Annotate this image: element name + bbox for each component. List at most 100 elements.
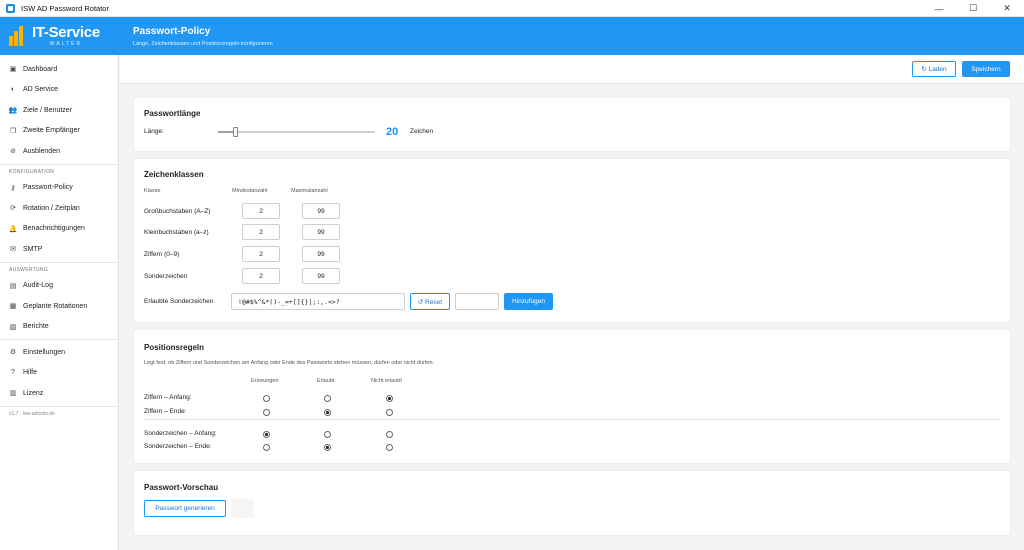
class-row-label: Sonderzeichen: [144, 273, 188, 280]
divider: [0, 163, 118, 165]
col-header-class: Klasse: [144, 188, 161, 194]
max-count-input[interactable]: 99: [302, 246, 340, 262]
min-count-input[interactable]: 2: [242, 246, 280, 262]
radio-forced[interactable]: [263, 395, 270, 402]
sidebar-item-berichte[interactable]: ▧ Berichte: [0, 317, 118, 338]
allowed-chars-input[interactable]: !@#$%^&*()-_=+[]{}|;:,.<>?: [231, 293, 405, 310]
radio-forbidden[interactable]: [386, 444, 393, 451]
length-unit: Zeichen: [410, 128, 434, 135]
sidebar-item-label: Ausblenden: [23, 147, 60, 155]
sidebar-item-label: Einstellungen: [23, 348, 66, 356]
log-icon: ▤: [9, 282, 17, 290]
min-count-input[interactable]: 2: [242, 268, 280, 284]
sidebar-item-benachrichtigungen[interactable]: 🔔 Benachrichtigungen: [0, 219, 118, 240]
sidebar-item-label: Rotation / Zeitplan: [23, 204, 80, 212]
radio-forbidden[interactable]: [386, 409, 393, 416]
maximize-button[interactable]: ☐: [956, 0, 990, 17]
sidebar-item-passwort-policy[interactable]: ⚷ Passwort-Policy: [0, 178, 118, 199]
sidebar-item-label: Benachrichtigungen: [23, 225, 85, 233]
section-header-konfiguration: KONFIGURATION: [9, 169, 55, 175]
col-header-forbidden: Nicht erlaubt: [371, 378, 402, 384]
version-label: v1.7 · isw-adtools.de: [9, 410, 55, 417]
sidebar-item-label: Berichte: [23, 323, 49, 331]
positions-description: Legt fest, ob Ziffern und Sonderzeichen …: [144, 360, 435, 366]
new-char-input[interactable]: [455, 293, 499, 310]
window-controls: — ☐ ✕: [922, 0, 1024, 17]
load-button[interactable]: ↻ Laden: [912, 61, 956, 77]
sidebar: ▣ Dashboard ◐ AD Service 👥 Ziele / Benutzer ❐ Z…: [0, 55, 119, 550]
min-count-input[interactable]: 2: [242, 224, 280, 240]
logo-subtext: WALTER: [49, 41, 83, 47]
radio-allowed[interactable]: [324, 395, 331, 402]
sidebar-item-label: AD Service: [23, 86, 59, 94]
length-card: [134, 98, 1010, 151]
reset-button[interactable]: ↺ Reset: [410, 293, 450, 310]
dashboard-icon: ▣: [9, 66, 17, 74]
page-subtitle: Länge, Zeichenklassen und Positionsregel…: [133, 41, 273, 47]
minimize-button[interactable]: —: [922, 0, 956, 17]
company-logo: IT-Service WALTER: [8, 21, 120, 51]
sidebar-item-label: Passwort-Policy: [23, 184, 73, 192]
sidebar-item-einstellungen[interactable]: ⚙ Einstellungen: [0, 342, 118, 363]
preview-title: Passwort-Vorschau: [144, 483, 219, 492]
radio-forced[interactable]: [263, 409, 270, 416]
min-count-input[interactable]: 2: [242, 203, 280, 219]
sidebar-item-ziele-benutzer[interactable]: 👥 Ziele / Benutzer: [0, 100, 118, 121]
col-header-allowed: Erlaubt: [317, 378, 335, 384]
sidebar-item-label: Audit-Log: [23, 282, 53, 290]
app-icon: [6, 3, 15, 13]
max-count-input[interactable]: 99: [302, 268, 340, 284]
app-header: IT-Service WALTER Passwort-Policy Länge,…: [0, 17, 1024, 55]
sidebar-item-hilfe[interactable]: ? Hilfe: [0, 363, 118, 384]
close-button[interactable]: ✕: [990, 0, 1024, 17]
sidebar-group-main: ▣ Dashboard ◐ AD Service 👥 Ziele / Benutzer ❐ Z…: [0, 59, 118, 162]
sidebar-item-ausblenden[interactable]: ⊘ Ausblenden: [0, 141, 118, 162]
rotation-icon: ⟳: [10, 205, 16, 213]
users-icon: 👥: [8, 107, 18, 115]
calendar-icon: ▦: [9, 303, 17, 311]
generate-password-button[interactable]: Passwort generieren: [144, 500, 226, 517]
sidebar-item-smtp[interactable]: ✉ SMTP: [0, 239, 118, 260]
hide-icon: ⊘: [10, 148, 16, 156]
sidebar-item-rotation-zeitplan[interactable]: ⟳ Rotation / Zeitplan: [0, 198, 118, 219]
radio-forbidden[interactable]: [386, 431, 393, 438]
bell-icon: 🔔: [8, 225, 18, 233]
window-title: ISW AD Password Rotator: [21, 3, 109, 13]
radio-allowed[interactable]: [324, 444, 331, 451]
license-icon: ▥: [9, 390, 17, 398]
slider-thumb[interactable]: [233, 127, 239, 137]
save-button[interactable]: Speichern: [962, 61, 1010, 77]
preview-card: [134, 471, 1010, 535]
divider: [0, 405, 118, 407]
col-header-min: Mindestanzahl: [232, 188, 268, 194]
sidebar-item-label: Lizenz: [23, 389, 44, 397]
window-titlebar: ISW AD Password Rotator — ☐ ✕: [0, 0, 1024, 17]
sidebar-group-config: ⚷ Passwort-Policy ⟳ Rotation / Zeitplan 🔔 Ben…: [0, 178, 118, 260]
sidebar-item-lizenz[interactable]: ▥ Lizenz: [0, 383, 118, 404]
logo-bars-icon: [8, 24, 28, 48]
sidebar-item-label: Hilfe: [23, 369, 38, 377]
toolbar: ↻ Laden Speichern: [120, 55, 1024, 84]
sidebar-item-audit-log[interactable]: ▤ Audit-Log: [0, 276, 118, 297]
radio-allowed[interactable]: [324, 431, 331, 438]
positions-title: Positionsregeln: [144, 343, 205, 352]
length-slider[interactable]: [218, 127, 375, 137]
sidebar-item-geplante-rotationen[interactable]: ▦ Geplante Rotationen: [0, 296, 118, 317]
sidebar-item-zweite-empfänger[interactable]: ❐ Zweite Empfänger: [0, 121, 118, 142]
help-icon: ?: [11, 369, 15, 377]
max-count-input[interactable]: 99: [302, 203, 340, 219]
radio-forbidden[interactable]: [386, 395, 393, 402]
radio-allowed[interactable]: [324, 409, 331, 416]
report-icon: ▧: [9, 323, 17, 331]
section-header-auswertung: AUSWERTUNG: [9, 267, 49, 273]
password-preview-output: [231, 499, 254, 518]
max-count-input[interactable]: 99: [302, 224, 340, 240]
radio-forced[interactable]: [263, 431, 270, 438]
position-rule-label: Ziffern – Anfang:: [144, 394, 192, 401]
sidebar-item-dashboard[interactable]: ▣ Dashboard: [0, 59, 118, 80]
divider: [144, 419, 1000, 420]
sidebar-item-ad-service[interactable]: ◐ AD Service: [0, 80, 118, 101]
col-header-forced: Erzwungen: [251, 378, 279, 384]
radio-forced[interactable]: [263, 444, 270, 451]
add-button[interactable]: Hinzufügen: [504, 293, 553, 310]
